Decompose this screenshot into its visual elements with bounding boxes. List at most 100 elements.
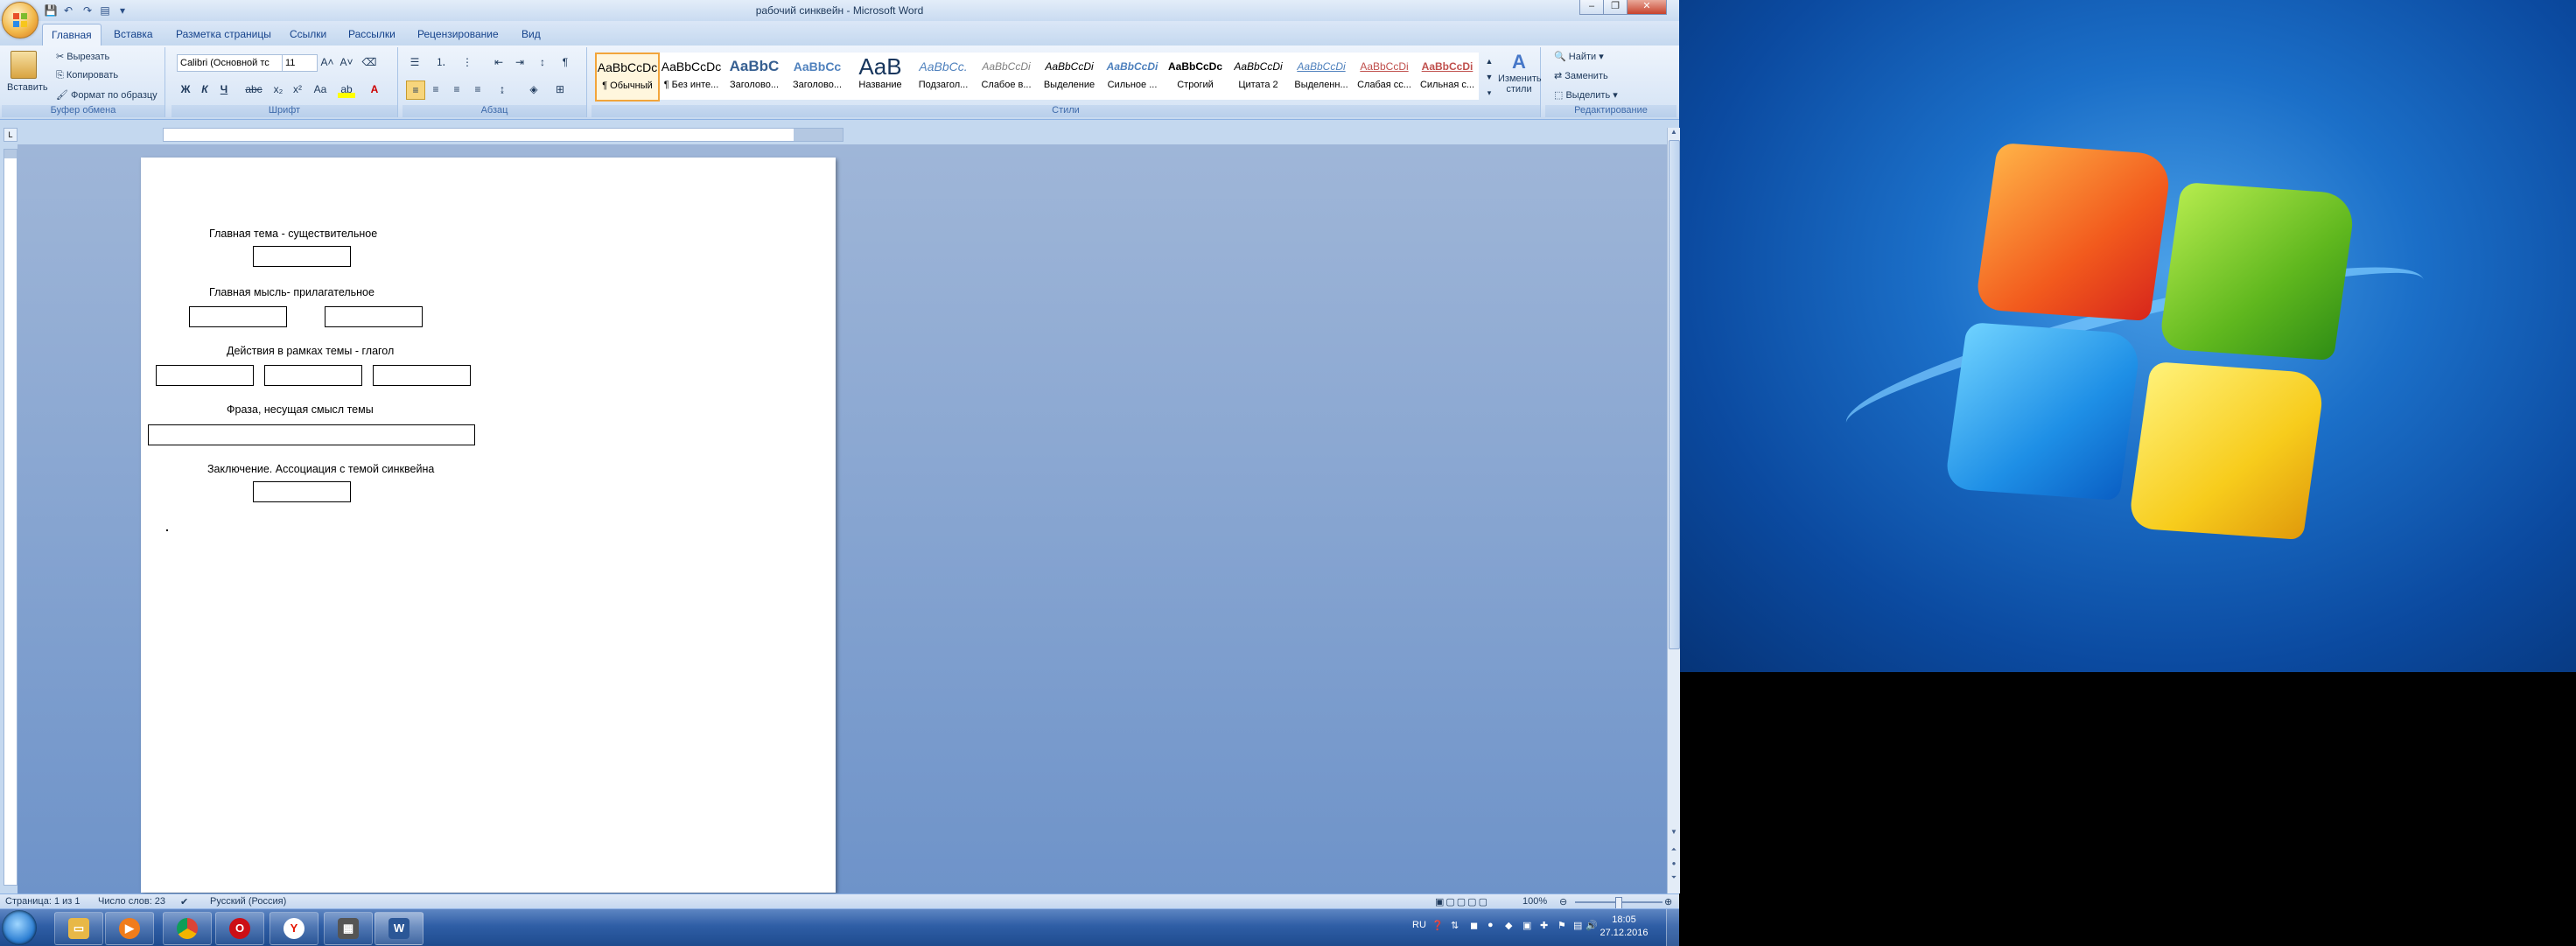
document-page[interactable]: Главная тема - существительное Главная м… <box>141 158 836 893</box>
taskbar-word[interactable]: W <box>374 912 424 945</box>
replace-button[interactable]: ⇄ Заменить <box>1554 70 1608 81</box>
change-styles-button[interactable]: A Изменить стили <box>1498 51 1542 95</box>
style-intense-reference[interactable]: AaBbCcDi Сильная с... <box>1416 53 1479 100</box>
zoom-in-icon[interactable]: ⊕ <box>1664 896 1672 907</box>
taskbar-app[interactable]: ▦ <box>324 912 373 945</box>
tray-app-icon[interactable]: ◼ <box>1470 920 1478 931</box>
answer-box[interactable] <box>264 365 362 386</box>
style-strong[interactable]: AaBbCcDc Строгий <box>1164 53 1227 100</box>
increase-indent-icon[interactable]: ⇥ <box>511 53 528 71</box>
answer-box[interactable] <box>373 365 471 386</box>
font-size-combo[interactable]: 11 <box>282 54 318 72</box>
answer-box[interactable] <box>156 365 254 386</box>
style-subtitle[interactable]: AaBbCc. Подзагол... <box>912 53 975 100</box>
word-count[interactable]: Число слов: 23 <box>98 896 165 907</box>
answer-box[interactable] <box>189 306 287 327</box>
style-no-spacing[interactable]: AaBbCcDc ¶ Без инте... <box>660 53 723 100</box>
vertical-ruler[interactable] <box>4 149 18 886</box>
style-heading-1[interactable]: AaBbC Заголово... <box>723 53 786 100</box>
browse-object-icon[interactable]: ● <box>1668 859 1680 870</box>
network-icon[interactable]: ▤ <box>1573 920 1582 931</box>
language-tray[interactable]: RU <box>1412 920 1426 930</box>
tab-home[interactable]: Главная <box>42 24 102 46</box>
scroll-up-icon[interactable]: ▲ <box>1668 128 1680 138</box>
style-subtle-emphasis[interactable]: AaBbCcDi Слабое в... <box>975 53 1038 100</box>
answer-box[interactable] <box>325 306 423 327</box>
italic-button[interactable]: К <box>196 81 214 98</box>
volume-icon[interactable]: 🔊 <box>1586 920 1598 931</box>
answer-box[interactable] <box>253 246 351 267</box>
scroll-down-icon[interactable]: ▼ <box>1668 828 1680 838</box>
office-button[interactable] <box>2 2 38 39</box>
action-center-icon[interactable]: ⚑ <box>1558 920 1566 931</box>
scrollbar-thumb[interactable] <box>1669 140 1680 649</box>
style-title[interactable]: AaB Название <box>849 53 912 100</box>
view-buttons[interactable]: ▣▢▢▢▢ <box>1435 896 1489 907</box>
superscript-icon[interactable]: x² <box>289 81 306 98</box>
clock[interactable]: 18:05 27.12.2016 <box>1598 914 1650 940</box>
style-intense-emphasis[interactable]: AaBbCcDi Сильное ... <box>1101 53 1164 100</box>
font-color-icon[interactable]: A <box>366 81 383 98</box>
style-intense-quote[interactable]: AaBbCcDi Выделенн... <box>1290 53 1353 100</box>
style-normal[interactable]: AaBbCcDc ¶ Обычный <box>595 53 660 102</box>
tray-app-icon[interactable]: ● <box>1488 920 1494 930</box>
sort-icon[interactable]: ↕ <box>534 53 551 71</box>
cut-button[interactable]: ✂ Вырезать <box>56 51 109 62</box>
change-case-icon[interactable]: Aa <box>312 81 329 98</box>
bullets-icon[interactable]: ☰ <box>406 53 424 71</box>
align-center-icon[interactable]: ≡ <box>427 81 444 98</box>
zoom-slider[interactable] <box>1575 897 1662 909</box>
close-button[interactable]: ✕ <box>1627 0 1667 15</box>
tray-app-icon[interactable]: ✚ <box>1540 920 1548 931</box>
clear-format-icon[interactable]: ⌫ <box>360 53 378 71</box>
paste-button[interactable]: Вставить <box>7 82 48 93</box>
tray-app-icon[interactable]: ▣ <box>1522 920 1531 931</box>
show-desktop-button[interactable] <box>1666 909 1679 946</box>
multilevel-list-icon[interactable]: ⋮ <box>458 53 476 71</box>
horizontal-ruler[interactable] <box>163 128 844 142</box>
tab-page-layout[interactable]: Разметка страницы <box>169 26 278 42</box>
subscript-icon[interactable]: x₂ <box>270 81 287 98</box>
style-subtle-reference[interactable]: AaBbCcDi Слабая сс... <box>1353 53 1416 100</box>
tray-app-icon[interactable]: ◆ <box>1505 920 1512 931</box>
tab-references[interactable]: Ссылки <box>283 26 333 42</box>
borders-icon[interactable]: ⊞ <box>551 81 569 98</box>
tab-selector[interactable]: L <box>4 128 18 142</box>
show-marks-icon[interactable]: ¶ <box>556 53 574 71</box>
find-button[interactable]: 🔍 Найти ▾ <box>1554 51 1604 62</box>
styles-more-icon[interactable]: ▾ <box>1480 84 1498 102</box>
justify-icon[interactable]: ≡ <box>469 81 486 98</box>
network-activity-icon[interactable]: ⇅ <box>1451 920 1459 931</box>
underline-button[interactable]: Ч <box>215 81 233 98</box>
bold-button[interactable]: Ж <box>177 81 194 98</box>
help-tray-icon[interactable]: ❓ <box>1432 920 1444 931</box>
strikethrough-icon[interactable]: abc <box>245 81 262 98</box>
taskbar-chrome[interactable] <box>163 912 212 945</box>
proofing-icon[interactable]: ✔ <box>180 896 188 907</box>
line-spacing-icon[interactable]: ↨ <box>494 81 511 98</box>
grow-font-icon[interactable]: A˄ <box>318 53 336 71</box>
decrease-indent-icon[interactable]: ⇤ <box>490 53 508 71</box>
prev-page-icon[interactable]: ⏶ <box>1668 845 1680 856</box>
minimize-button[interactable]: – <box>1579 0 1604 15</box>
taskbar-yandex[interactable]: Y <box>270 912 318 945</box>
style-emphasis[interactable]: AaBbCcDi Выделение <box>1038 53 1101 100</box>
shrink-font-icon[interactable]: A˅ <box>338 53 355 71</box>
align-left-icon[interactable]: ≡ <box>406 81 425 100</box>
shading-icon[interactable]: ◈ <box>525 81 542 98</box>
language-indicator[interactable]: Русский (Россия) <box>210 896 286 907</box>
start-button[interactable] <box>2 910 37 945</box>
page-count[interactable]: Страница: 1 из 1 <box>5 896 80 907</box>
zoom-out-icon[interactable]: ⊖ <box>1559 896 1567 907</box>
zoom-slider-thumb[interactable] <box>1615 897 1622 909</box>
numbering-icon[interactable]: ⒈ <box>432 53 450 71</box>
tab-mailings[interactable]: Рассылки <box>341 26 402 42</box>
highlight-icon[interactable]: ab <box>338 81 355 98</box>
select-button[interactable]: ⬚ Выделить ▾ <box>1554 89 1618 101</box>
vertical-scrollbar[interactable]: ▲ ▼ ⏶ ● ⏷ <box>1667 128 1680 893</box>
styles-scroll-down-icon[interactable]: ▼ <box>1480 68 1498 86</box>
copy-button[interactable]: ⎘ Копировать <box>56 70 118 81</box>
tab-insert[interactable]: Вставка <box>107 26 160 42</box>
format-painter-button[interactable]: 🖌 Формат по образцу <box>56 89 158 101</box>
paste-icon[interactable] <box>10 51 37 79</box>
